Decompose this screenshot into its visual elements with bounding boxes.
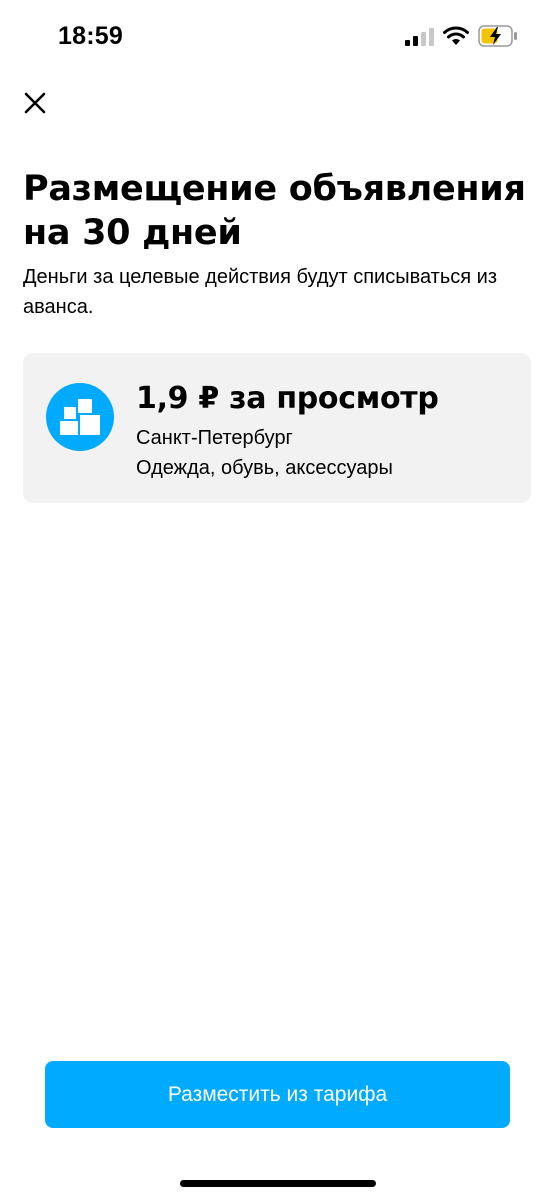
home-indicator <box>180 1180 376 1187</box>
page-subtitle: Деньги за целевые действия будут списыва… <box>23 266 497 318</box>
page-title: Размещение объявления на 30 дней <box>23 169 526 253</box>
signal-icon <box>405 28 434 46</box>
battery-charging-icon <box>478 25 517 47</box>
wifi-icon <box>443 26 469 45</box>
close-icon <box>24 92 46 114</box>
tariff-city: Санкт-Петербург <box>136 427 293 449</box>
place-from-tariff-button[interactable]: Разместить из тарифа <box>45 1061 510 1128</box>
blocks-icon <box>46 383 114 451</box>
tariff-category: Одежда, обувь, аксессуары <box>136 457 393 479</box>
status-time: 18:59 <box>58 22 123 50</box>
tariff-price: 1,9 ₽ за просмотр <box>136 381 439 416</box>
close-button[interactable] <box>18 86 52 120</box>
status-bar: 18:59 <box>0 0 555 80</box>
tariff-card: 1,9 ₽ за просмотр Санкт-Петербург Одежда… <box>23 353 531 503</box>
